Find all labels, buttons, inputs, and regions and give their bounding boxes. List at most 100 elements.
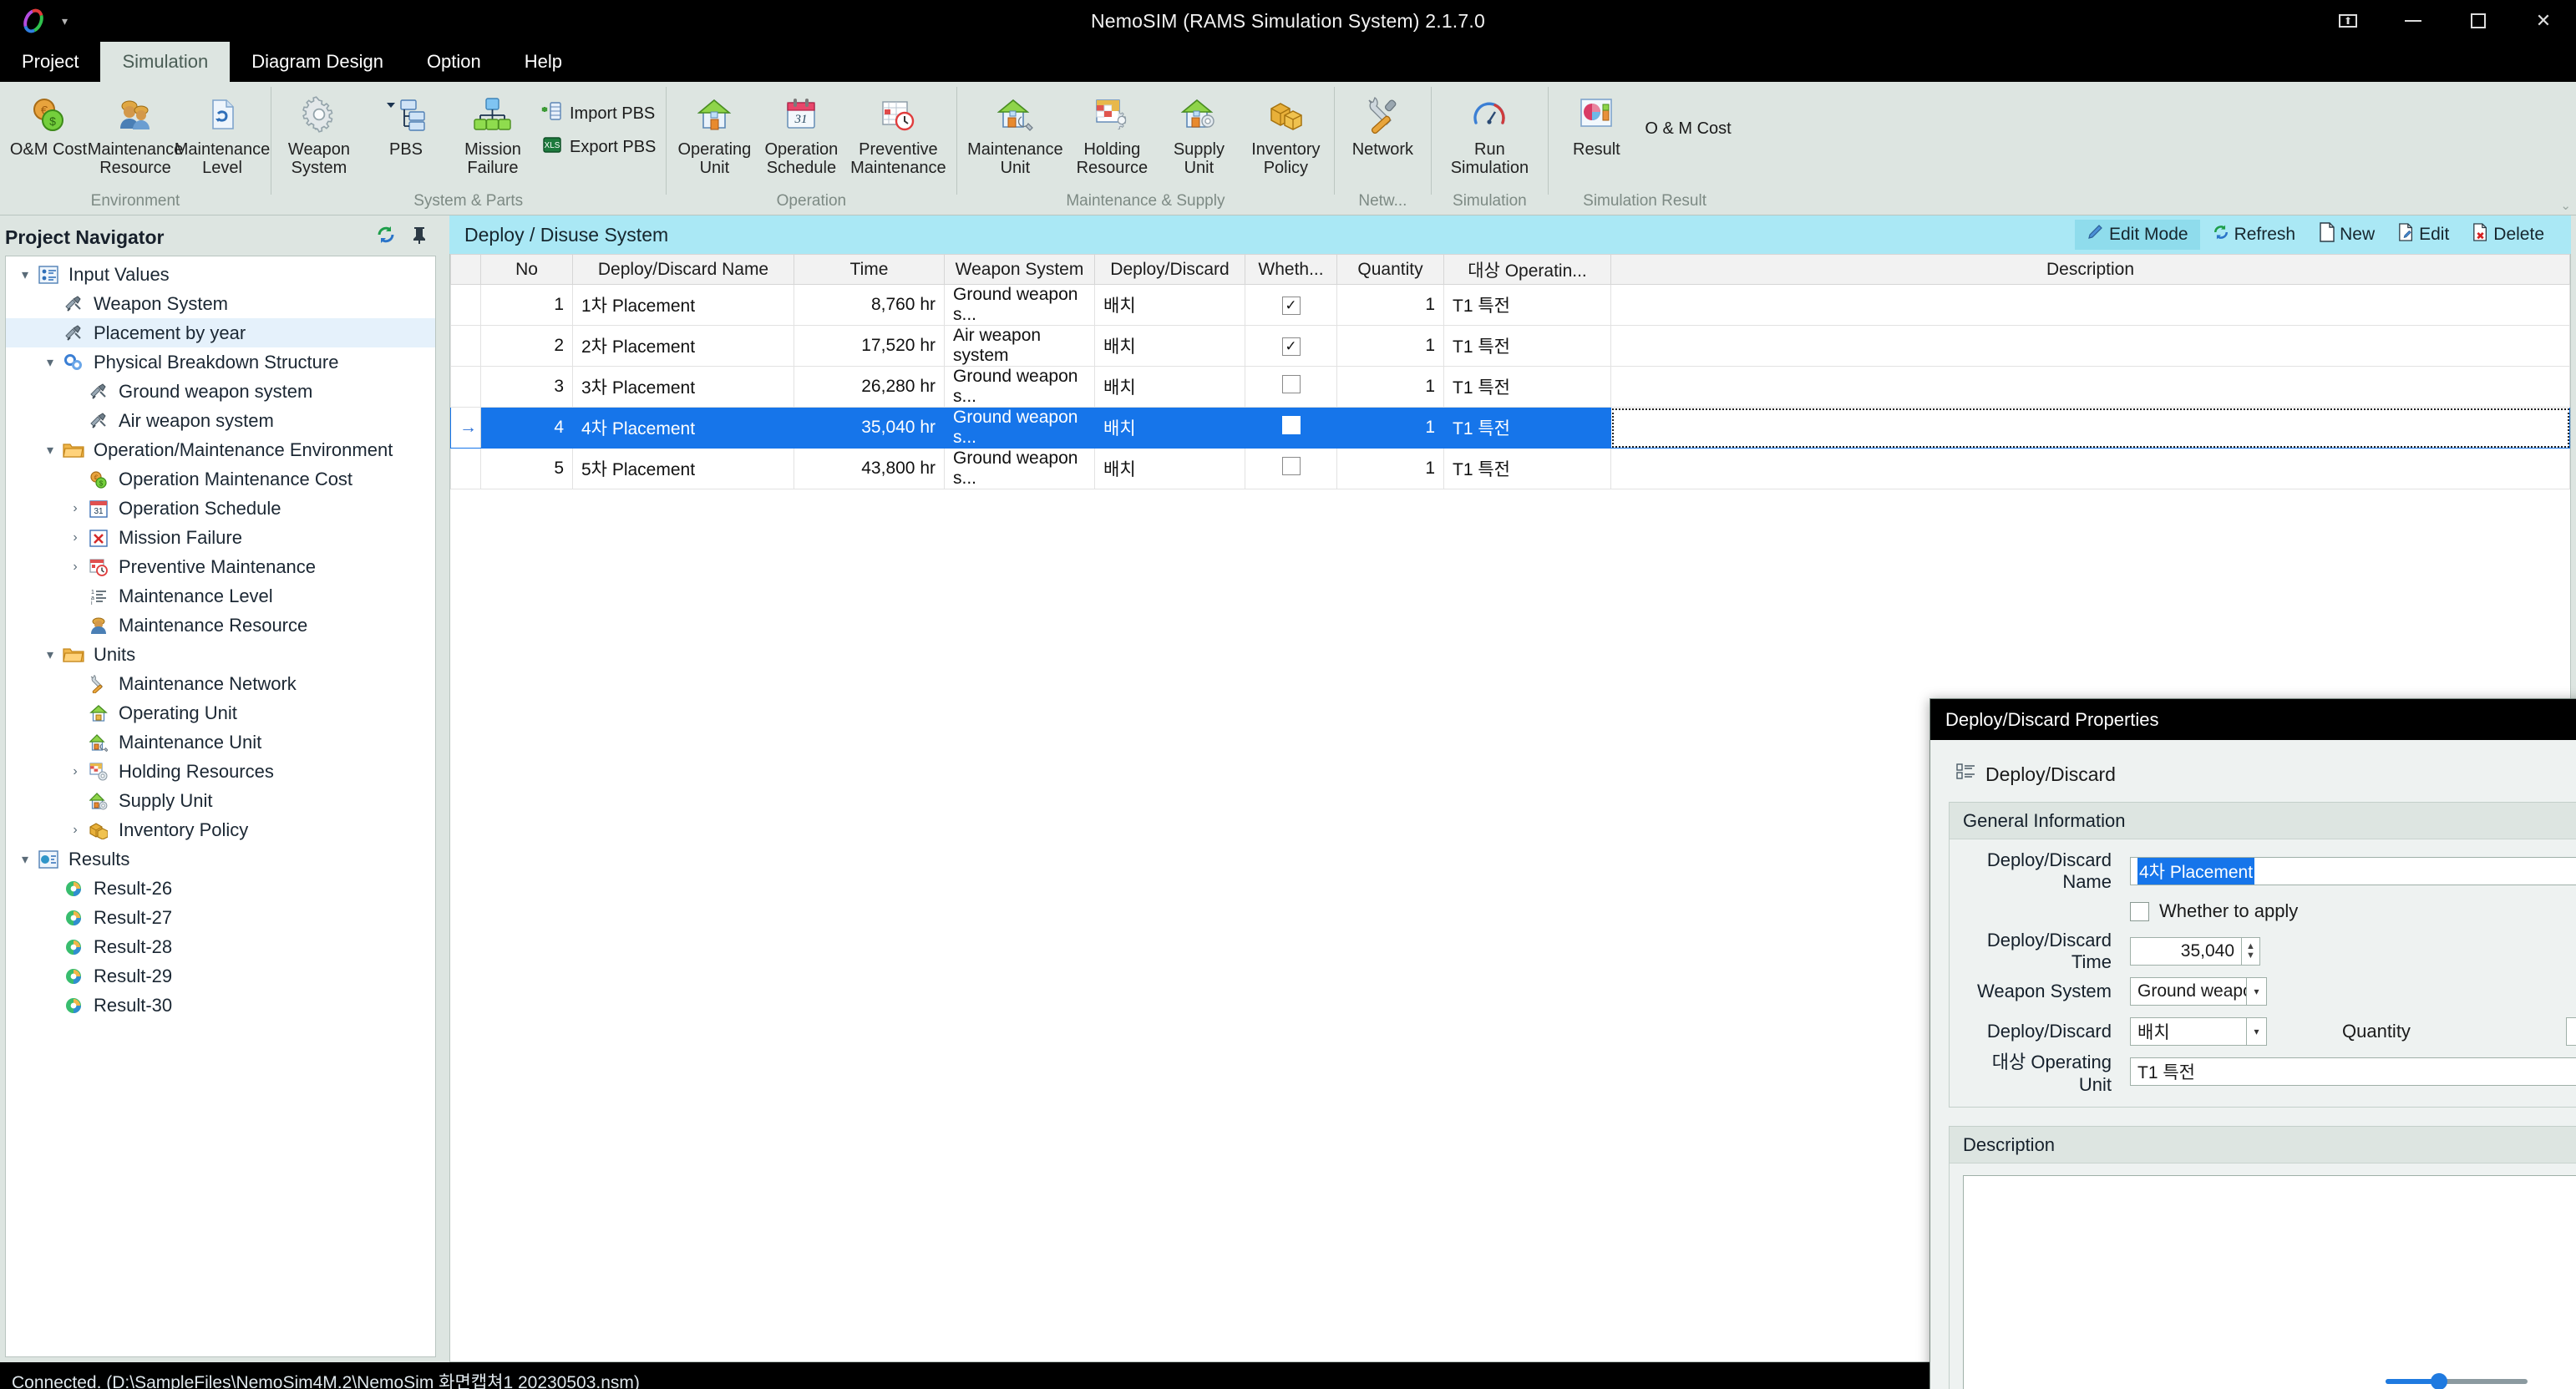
chevron-down-icon[interactable]: ▾ — [2247, 977, 2267, 1006]
deploy-discard-combobox[interactable]: 배치 ▾ — [2130, 1017, 2267, 1046]
ribbon-button-preventive-maintenance[interactable]: Preventive Maintenance — [844, 85, 951, 177]
cell-whether-checkbox[interactable]: ✓ — [1245, 325, 1337, 367]
tree-node-weapon-system[interactable]: Weapon System — [6, 289, 435, 318]
ribbon-button-om-cost-result[interactable]: O & M Cost — [1640, 112, 1736, 145]
pin-icon[interactable] — [403, 226, 436, 249]
cell-name[interactable]: 2차 Placement — [572, 325, 794, 367]
cell-operating-unit[interactable]: T1 특전 — [1443, 284, 1611, 326]
close-button[interactable]: ✕ — [2511, 0, 2576, 42]
cell-no[interactable]: 4 — [480, 407, 573, 449]
tree-node-result-28[interactable]: Result-28 — [6, 932, 435, 961]
tree-node-units[interactable]: ▾ Units — [6, 640, 435, 669]
tree-node-results[interactable]: ▾ Results — [6, 844, 435, 874]
ribbon-button-mission-failure[interactable]: Mission Failure — [449, 85, 536, 177]
ribbon-button-om-cost[interactable]: € $ O&M Cost — [5, 85, 92, 159]
row-indicator[interactable] — [450, 366, 481, 408]
cell-name[interactable]: 5차 Placement — [572, 448, 794, 489]
ribbon-button-run-simulation[interactable]: Run Simulation — [1436, 85, 1543, 177]
chevron-down-icon[interactable]: ▾ — [2247, 1017, 2267, 1046]
ribbon-button-result[interactable]: Result — [1553, 85, 1640, 159]
new-button[interactable]: New — [2307, 220, 2386, 250]
table-row[interactable]: 1 1차 Placement 8,760 hr Ground weapon s... 배… — [450, 284, 2570, 326]
cell-time[interactable]: 35,040 hr — [794, 407, 945, 449]
col-name[interactable]: Deploy/Discard Name — [572, 254, 794, 285]
cell-operating-unit[interactable]: T1 특전 — [1443, 448, 1611, 489]
cell-description[interactable] — [1610, 366, 2570, 408]
cell-operating-unit[interactable]: T1 특전 — [1443, 325, 1611, 367]
cell-no[interactable]: 3 — [480, 366, 573, 408]
cell-weapon-system[interactable]: Ground weapon s... — [944, 407, 1095, 449]
description-textarea[interactable]: ▲ ▼ — [1963, 1175, 2576, 1389]
tree-node-operating-unit[interactable]: Operating Unit — [6, 698, 435, 727]
ribbon-button-maintenance-resource[interactable]: Maintenance Resource — [88, 85, 183, 177]
tree-node-placement-by-year[interactable]: Placement by year — [6, 318, 435, 347]
cell-quantity[interactable]: 1 — [1336, 407, 1444, 449]
maximize-button[interactable] — [2446, 0, 2511, 42]
cell-deploy-discard[interactable]: 배치 — [1094, 284, 1245, 326]
quantity-input[interactable]: 1 — [2565, 1017, 2576, 1046]
expander-collapse-icon[interactable]: ▾ — [14, 266, 36, 283]
tree-node-result-26[interactable]: Result-26 — [6, 874, 435, 903]
zoom-slider[interactable] — [2386, 1373, 2528, 1389]
col-weapon-system[interactable]: Weapon System — [944, 254, 1095, 285]
col-time[interactable]: Time — [794, 254, 945, 285]
ribbon-expand-icon[interactable]: ⌄ — [2560, 198, 2571, 213]
cell-weapon-system[interactable]: Ground weapon s... — [944, 284, 1095, 326]
description-text[interactable] — [1964, 1176, 2576, 1389]
ribbon-button-export-pbs[interactable]: XLS Export PBS — [536, 130, 661, 164]
cell-description[interactable] — [1610, 448, 2570, 489]
col-whether[interactable]: Wheth... — [1245, 254, 1337, 285]
ribbon-button-import-pbs[interactable]: Import PBS — [536, 97, 661, 130]
cell-description[interactable] — [1610, 325, 2570, 367]
cell-time[interactable]: 43,800 hr — [794, 448, 945, 489]
navigator-tree[interactable]: ▾ Input Values Weapon System Placement by y… — [5, 256, 436, 1357]
tree-node-physical-breakdown-structure[interactable]: ▾ Physical Breakdown Structure — [6, 347, 435, 377]
cell-quantity[interactable]: 1 — [1336, 448, 1444, 489]
cell-no[interactable]: 5 — [480, 448, 573, 489]
expander-collapse-icon[interactable]: ▾ — [39, 354, 61, 371]
table-row[interactable]: 5 5차 Placement 43,800 hr Ground weapon s...… — [450, 448, 2570, 489]
cell-quantity[interactable]: 1 — [1336, 284, 1444, 326]
expander-expand-icon[interactable]: › — [64, 530, 86, 545]
cell-description[interactable] — [1610, 284, 2570, 326]
col-quantity[interactable]: Quantity — [1336, 254, 1444, 285]
col-no[interactable]: No — [480, 254, 573, 285]
ribbon-button-weapon-system[interactable]: Weapon System — [276, 85, 363, 177]
tree-node-operation-maintenance-environment[interactable]: ▾ Operation/Maintenance Environment — [6, 435, 435, 464]
tree-node-supply-unit[interactable]: Supply Unit — [6, 786, 435, 815]
tree-node-maintenance-level[interactable]: 1 a i Maintenance Level — [6, 581, 435, 611]
cell-whether-checkbox[interactable]: ✓ — [1245, 284, 1337, 326]
expander-collapse-icon[interactable]: ▾ — [39, 646, 61, 663]
cell-name[interactable]: 3차 Placement — [572, 366, 794, 408]
operating-unit-combobox[interactable]: T1 특전 ▾ — [2130, 1057, 2576, 1086]
cell-time[interactable]: 26,280 hr — [794, 366, 945, 408]
cell-deploy-discard[interactable]: 배치 — [1094, 407, 1245, 449]
cell-whether-checkbox[interactable] — [1245, 366, 1337, 408]
tree-node-maintenance-unit[interactable]: Maintenance Unit — [6, 727, 435, 757]
ribbon-button-operating-unit[interactable]: Operating Unit — [671, 85, 758, 177]
refresh-button[interactable]: Refresh — [2200, 220, 2308, 250]
cell-name[interactable]: 1차 Placement — [572, 284, 794, 326]
menu-simulation[interactable]: Simulation — [100, 42, 231, 82]
ribbon-button-inventory-policy[interactable]: Inventory Policy — [1242, 85, 1329, 177]
menu-project[interactable]: Project — [0, 42, 100, 82]
tree-node-holding-resources[interactable]: › Holding Resources — [6, 757, 435, 786]
cell-no[interactable]: 2 — [480, 325, 573, 367]
ribbon-button-operation-schedule[interactable]: 31 Operation Schedule — [758, 85, 844, 177]
expander-expand-icon[interactable]: › — [64, 501, 86, 516]
quantity-spinner[interactable]: 1 ▲▼ — [2565, 1017, 2576, 1046]
tree-node-inventory-policy[interactable]: › Inventory Policy — [6, 815, 435, 844]
minimize-button[interactable] — [2381, 0, 2446, 42]
cell-no[interactable]: 1 — [480, 284, 573, 326]
ribbon-button-holding-resource[interactable]: Holding Resource — [1068, 85, 1155, 177]
cell-quantity[interactable]: 1 — [1336, 366, 1444, 408]
refresh-icon[interactable] — [369, 224, 403, 251]
time-spinner-arrows[interactable]: ▲ ▼ — [2242, 937, 2260, 966]
table-row[interactable]: → 4 4차 Placement 35,040 hr Ground weapon s..… — [450, 407, 2570, 449]
panel-splitter[interactable] — [441, 215, 449, 1362]
cell-deploy-discard[interactable]: 배치 — [1094, 448, 1245, 489]
cell-weapon-system[interactable]: Ground weapon s... — [944, 448, 1095, 489]
table-row[interactable]: 3 3차 Placement 26,280 hr Ground weapon s...… — [450, 366, 2570, 408]
col-description[interactable]: Description — [1610, 254, 2570, 285]
row-indicator[interactable]: → — [450, 407, 481, 449]
